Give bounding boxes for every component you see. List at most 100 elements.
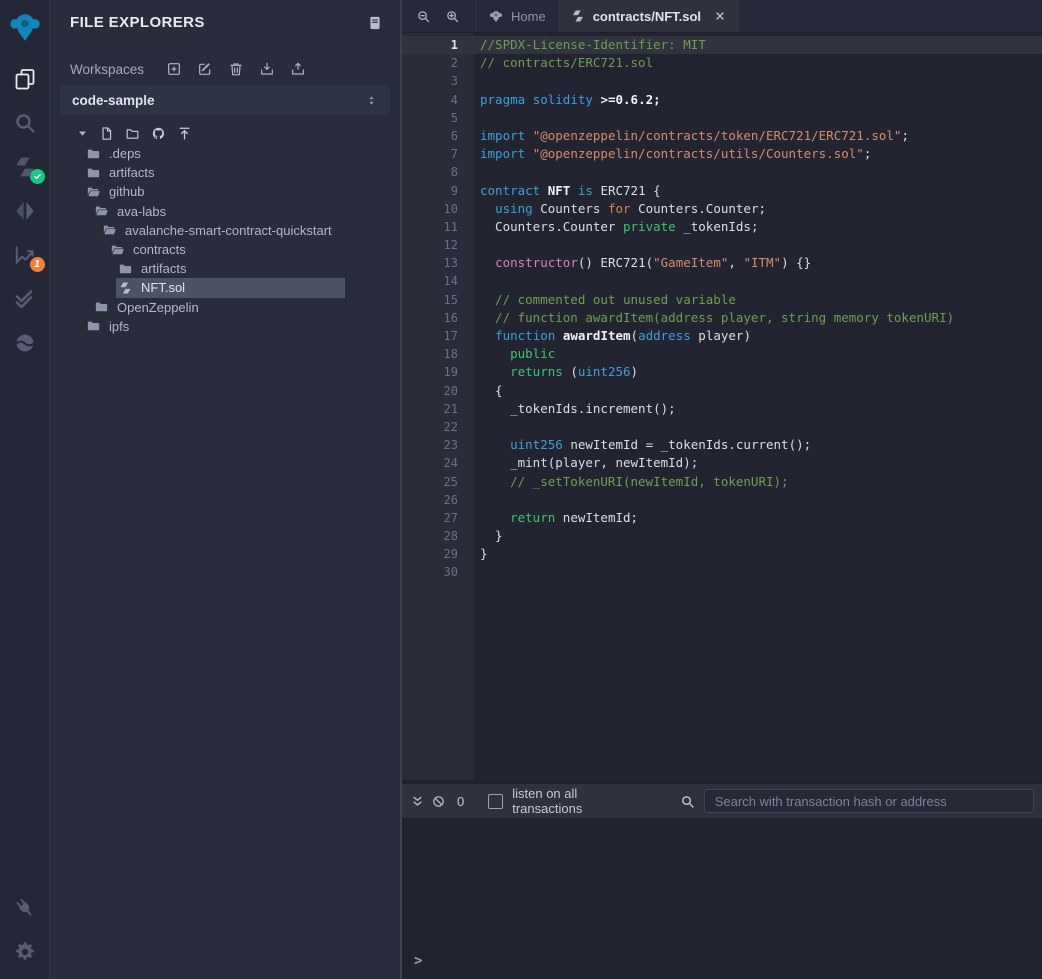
create-workspace-icon[interactable] <box>166 61 182 77</box>
tree-item-artifacts[interactable]: artifacts <box>50 163 400 182</box>
code-line-18[interactable]: 18 public <box>402 345 1042 363</box>
tree-item-artifacts[interactable]: artifacts <box>50 259 400 278</box>
tree-item--deps[interactable]: .deps <box>50 144 400 163</box>
code-line-19[interactable]: 19 returns (uint256) <box>402 363 1042 381</box>
tree-item-github[interactable]: github <box>50 182 400 201</box>
folder-open-icon <box>86 185 101 199</box>
code-line-16[interactable]: 16 // function awardItem(address player,… <box>402 309 1042 327</box>
code-line-29[interactable]: 29} <box>402 545 1042 563</box>
plugin-analytics-icon[interactable]: 1 <box>13 243 37 267</box>
panel-title: FILE EXPLORERS <box>70 14 205 31</box>
terminal-collapse-icon[interactable] <box>410 794 425 809</box>
workspace-select[interactable]: code-sample <box>60 85 390 115</box>
circle-plugin-icon[interactable] <box>13 331 37 355</box>
code-line-11[interactable]: 11 Counters.Counter private _tokenIds; <box>402 218 1042 236</box>
tree-item-ava-labs[interactable]: ava-labs <box>50 202 400 221</box>
file-explorer-icon[interactable] <box>13 67 37 91</box>
delete-workspace-icon[interactable] <box>228 61 244 77</box>
code-line-30[interactable]: 30 <box>402 563 1042 581</box>
collapse-tree-icon[interactable] <box>77 128 88 139</box>
publish-files-icon[interactable] <box>177 126 192 141</box>
code-line-1[interactable]: 1//SPDX-License-Identifier: MIT <box>402 36 1042 54</box>
deploy-run-icon[interactable] <box>13 199 37 223</box>
clone-github-icon[interactable] <box>151 126 166 141</box>
download-workspace-icon[interactable] <box>259 61 275 77</box>
tree-item-label: NFT.sol <box>141 280 185 295</box>
line-number: 11 <box>402 218 458 236</box>
code-line-6[interactable]: 6import "@openzeppelin/contracts/token/E… <box>402 127 1042 145</box>
tree-item-nft-sol[interactable]: NFT.sol <box>50 278 400 297</box>
code-line-2[interactable]: 2// contracts/ERC721.sol <box>402 54 1042 72</box>
code-line-27[interactable]: 27 return newItemId; <box>402 509 1042 527</box>
code-line-23[interactable]: 23 uint256 newItemId = _tokenIds.current… <box>402 436 1042 454</box>
select-updown-icon <box>365 94 378 107</box>
static-analysis-icon[interactable] <box>13 287 37 311</box>
terminal-prompt: > <box>414 953 1030 969</box>
new-file-icon[interactable] <box>99 126 114 141</box>
code-line-text <box>458 72 480 90</box>
close-tab-icon[interactable] <box>714 10 726 22</box>
new-folder-icon[interactable] <box>125 126 140 141</box>
panel-header: FILE EXPLORERS <box>50 0 400 31</box>
code-line-21[interactable]: 21 _tokenIds.increment(); <box>402 400 1042 418</box>
line-number: 24 <box>402 454 458 472</box>
tree-item-openzeppelin[interactable]: OpenZeppelin <box>50 298 400 317</box>
zoom-out-icon[interactable] <box>416 9 431 24</box>
line-number: 9 <box>402 182 458 200</box>
solidity-compiler-icon[interactable] <box>13 155 37 179</box>
code-line-text: returns (uint256) <box>458 363 638 381</box>
code-line-text <box>458 163 480 181</box>
sidebar-top-icons: 1 <box>13 67 37 375</box>
code-line-4[interactable]: 4pragma solidity >=0.6.2; <box>402 91 1042 109</box>
tree-item-ipfs[interactable]: ipfs <box>50 317 400 336</box>
listen-transactions-checkbox[interactable] <box>488 794 503 809</box>
line-number: 23 <box>402 436 458 454</box>
tab-home[interactable]: Home <box>476 0 558 32</box>
search-icon[interactable] <box>13 111 37 135</box>
zoom-in-icon[interactable] <box>445 9 460 24</box>
code-line-3[interactable]: 3 <box>402 72 1042 90</box>
code-line-26[interactable]: 26 <box>402 491 1042 509</box>
terminal-search-input[interactable] <box>704 789 1034 813</box>
code-line-22[interactable]: 22 <box>402 418 1042 436</box>
code-editor[interactable]: 1//SPDX-License-Identifier: MIT2// contr… <box>402 33 1042 780</box>
code-line-text: // function awardItem(address player, st… <box>458 309 954 327</box>
clear-console-icon[interactable] <box>431 794 446 809</box>
line-number: 6 <box>402 127 458 145</box>
code-line-text: using Counters for Counters.Counter; <box>458 200 766 218</box>
rename-workspace-icon[interactable] <box>197 61 213 77</box>
tree-item-avalanche-smart-contract-quickstart[interactable]: avalanche-smart-contract-quickstart <box>50 221 400 240</box>
code-line-text: _tokenIds.increment(); <box>458 400 676 418</box>
tab-label: Home <box>511 9 546 24</box>
settings-icon[interactable] <box>13 940 37 964</box>
code-line-12[interactable]: 12 <box>402 236 1042 254</box>
line-number: 15 <box>402 291 458 309</box>
code-line-28[interactable]: 28 } <box>402 527 1042 545</box>
tab-contracts-nft-sol[interactable]: contracts/NFT.sol <box>558 0 739 32</box>
line-number: 29 <box>402 545 458 563</box>
code-line-24[interactable]: 24 _mint(player, newItemId); <box>402 454 1042 472</box>
tree-item-contracts[interactable]: contracts <box>50 240 400 259</box>
tree-item-label: ipfs <box>109 319 129 334</box>
code-line-17[interactable]: 17 function awardItem(address player) <box>402 327 1042 345</box>
code-line-5[interactable]: 5 <box>402 109 1042 127</box>
code-line-9[interactable]: 9contract NFT is ERC721 { <box>402 182 1042 200</box>
code-line-20[interactable]: 20 { <box>402 382 1042 400</box>
code-line-25[interactable]: 25 // _setTokenURI(newItemId, tokenURI); <box>402 473 1042 491</box>
line-number: 18 <box>402 345 458 363</box>
code-line-7[interactable]: 7import "@openzeppelin/contracts/utils/C… <box>402 145 1042 163</box>
plugin-manager-icon[interactable] <box>13 896 37 920</box>
code-line-14[interactable]: 14 <box>402 272 1042 290</box>
line-number: 4 <box>402 91 458 109</box>
line-number: 3 <box>402 72 458 90</box>
book-icon[interactable] <box>367 15 383 31</box>
terminal-console[interactable]: > <box>402 818 1042 979</box>
code-line-10[interactable]: 10 using Counters for Counters.Counter; <box>402 200 1042 218</box>
code-line-13[interactable]: 13 constructor() ERC721("GameItem", "ITM… <box>402 254 1042 272</box>
line-number: 5 <box>402 109 458 127</box>
upload-workspace-icon[interactable] <box>290 61 306 77</box>
remix-logo-icon[interactable] <box>8 9 42 43</box>
code-line-8[interactable]: 8 <box>402 163 1042 181</box>
code-lines: 1//SPDX-License-Identifier: MIT2// contr… <box>402 33 1042 582</box>
code-line-15[interactable]: 15 // commented out unused variable <box>402 291 1042 309</box>
